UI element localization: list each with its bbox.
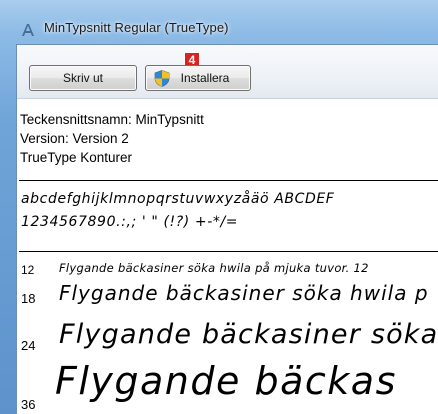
sample-text: Flygande bäckasiner söka hwila p xyxy=(59,281,429,305)
window-title: MinTypsnitt Regular (TrueType) xyxy=(44,20,229,35)
toolbar: Skriv ut 4 Installera xyxy=(17,45,438,99)
install-button[interactable]: Installera xyxy=(145,65,251,91)
print-button-label: Skriv ut xyxy=(62,71,103,85)
sample-text: Flygande bäckasiner söka xyxy=(59,319,438,350)
print-button[interactable]: Skriv ut xyxy=(29,65,137,91)
title-bar[interactable]: MinTypsnitt Regular (TrueType) xyxy=(0,0,438,40)
font-preview-panel: Skriv ut 4 Installera Teckensnittsnamn: … xyxy=(16,44,438,414)
size-label: 18 xyxy=(21,291,36,306)
sample-text: Flygande bäckas xyxy=(55,359,397,403)
charset-letters: abcdefghijklmnopqrstuvwxyzåäö ABCDEF xyxy=(21,191,335,207)
uac-shield-icon xyxy=(154,70,170,87)
install-button-label: Installera xyxy=(180,71,230,85)
divider xyxy=(19,180,438,181)
font-icon xyxy=(21,22,37,36)
size-label: 12 xyxy=(21,263,35,277)
size-label: 36 xyxy=(21,397,36,412)
font-version-line: Version: Version 2 xyxy=(20,131,129,146)
size-label: 24 xyxy=(21,338,36,353)
window-frame: MinTypsnitt Regular (TrueType) Skriv ut … xyxy=(0,0,438,414)
charset-digits: 1234567890.:,; ' " (!?) +-*/= xyxy=(21,214,239,230)
font-info: Teckensnittsnamn: MinTypsnitt Version: V… xyxy=(20,110,438,167)
font-type-line: TrueType Konturer xyxy=(20,150,133,165)
sample-text: Flygande bäckasiner söka hwila på mjuka … xyxy=(59,261,369,275)
font-name-line: Teckensnittsnamn: MinTypsnitt xyxy=(20,112,204,127)
divider xyxy=(19,251,438,252)
